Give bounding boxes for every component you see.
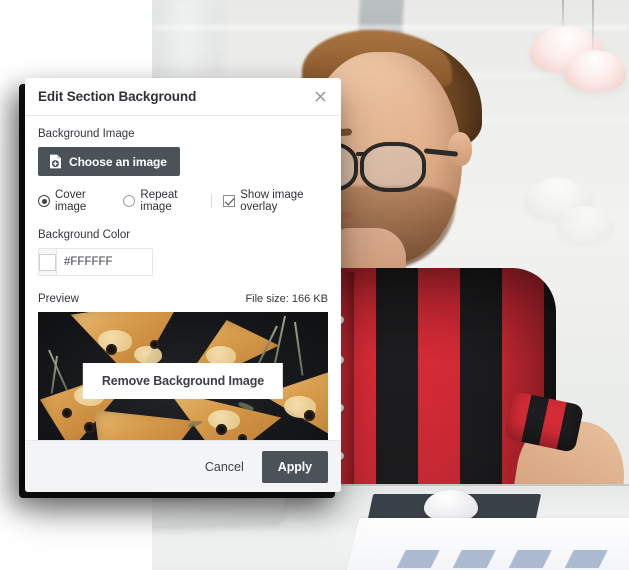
screenshot-stage: Edit Section Background Background Image — [0, 0, 629, 570]
paper-documents — [344, 518, 629, 570]
glasses-bridge — [356, 152, 366, 156]
radio-repeat-image-label: Repeat image — [140, 189, 178, 213]
olive-topping — [106, 344, 117, 355]
preview-image: Remove Background Image — [38, 312, 328, 440]
olive-topping — [304, 410, 315, 421]
radio-repeat-image[interactable]: Repeat image — [123, 189, 200, 213]
cancel-button[interactable]: Cancel — [191, 451, 258, 483]
chart-block — [396, 550, 440, 568]
olive-topping — [238, 434, 247, 440]
background-color-input[interactable] — [57, 249, 152, 275]
checkbox-show-image-overlay-indicator[interactable] — [223, 195, 236, 207]
radio-cover-image-label: Cover image — [55, 189, 87, 213]
olive-topping — [84, 422, 95, 433]
chart-block — [452, 550, 496, 568]
keyboard — [152, 497, 286, 527]
preview-header: Preview File size: 166 KB — [38, 293, 328, 305]
olive-topping — [216, 424, 227, 435]
radio-cover-image[interactable]: Cover image — [38, 189, 109, 213]
radio-repeat-image-indicator[interactable] — [123, 195, 136, 207]
ear — [448, 132, 472, 166]
edit-section-background-dialog: Edit Section Background Background Image — [25, 78, 341, 492]
remove-background-image-button[interactable]: Remove Background Image — [82, 363, 284, 399]
image-mode-options: Cover image Repeat image Show image over… — [38, 189, 328, 213]
background-color-section: Background Color — [38, 229, 328, 276]
dialog-body: Background Image Choose an image Cover i… — [25, 116, 341, 440]
preview-label: Preview — [38, 293, 79, 305]
dialog-footer: Cancel Apply — [25, 440, 341, 492]
glasses-lens-right — [360, 142, 426, 192]
page-title: Edit Section Background — [38, 89, 197, 104]
checkbox-show-image-overlay-label: Show image overlay — [240, 189, 304, 213]
background-image-label: Background Image — [38, 128, 135, 140]
apply-button[interactable]: Apply — [261, 450, 328, 483]
color-swatch — [39, 253, 56, 271]
chart-block — [508, 550, 552, 568]
file-size-text: File size: 166 KB — [245, 293, 328, 305]
choose-an-image-label: Choose an image — [69, 154, 167, 169]
color-swatch-button[interactable] — [39, 249, 57, 275]
dialog-header: Edit Section Background — [25, 78, 341, 116]
background-color-field[interactable] — [38, 248, 153, 276]
close-icon[interactable] — [311, 88, 329, 106]
chart-block — [564, 550, 608, 568]
checkbox-show-image-overlay[interactable]: Show image overlay — [223, 189, 328, 213]
options-divider — [211, 194, 213, 208]
radio-cover-image-indicator[interactable] — [38, 195, 50, 207]
olive-topping — [62, 408, 72, 418]
cheese — [134, 346, 162, 364]
choose-an-image-button[interactable]: Choose an image — [38, 147, 180, 176]
file-add-icon — [49, 154, 62, 169]
olive-topping — [150, 340, 159, 349]
background-color-label: Background Color — [38, 229, 131, 241]
